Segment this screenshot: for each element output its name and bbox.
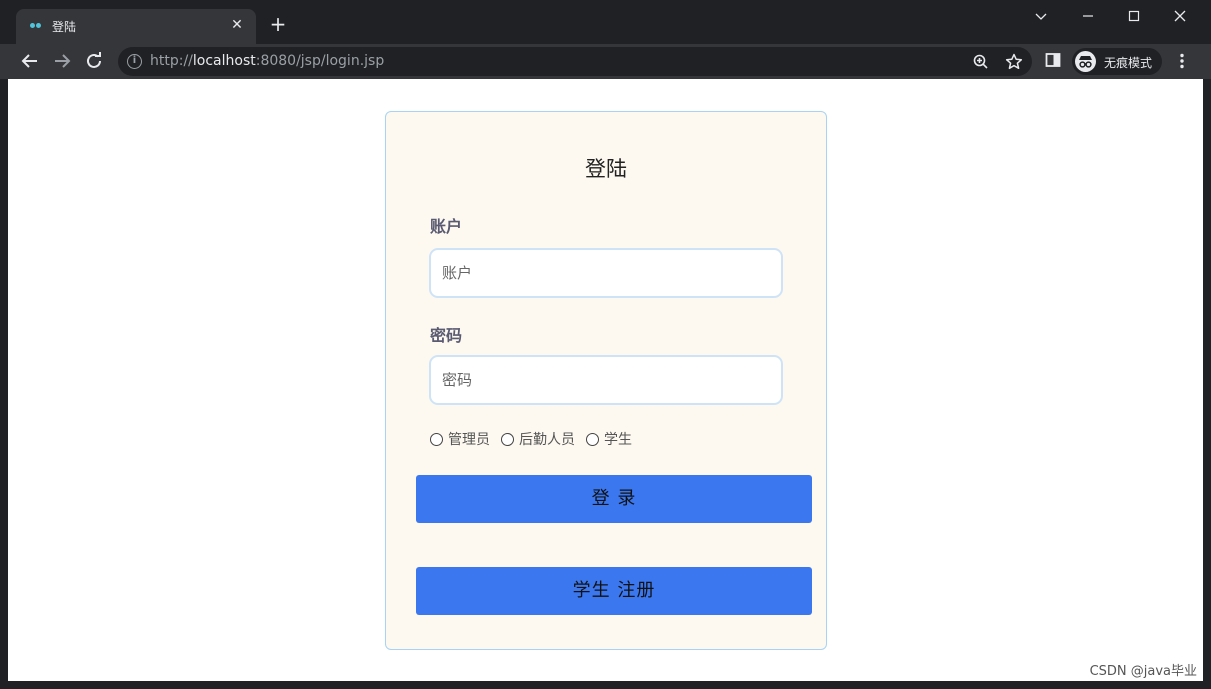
login-title: 登陆 xyxy=(585,157,627,181)
forward-arrow-icon[interactable] xyxy=(50,49,74,73)
page-viewport: 登陆 账户 密码 管理员 后勤人员 学生 登 录 学生 注册 xyxy=(8,79,1203,681)
browser-tab[interactable]: 登陆 ✕ xyxy=(16,9,256,44)
password-input[interactable] xyxy=(429,355,783,405)
new-tab-button[interactable]: + xyxy=(268,14,288,34)
incognito-label: 无痕模式 xyxy=(1104,56,1153,70)
chevron-down-icon[interactable] xyxy=(1018,4,1064,28)
role-option-student[interactable]: 学生 xyxy=(586,429,632,449)
incognito-icon xyxy=(1075,51,1096,72)
window-close-icon[interactable] xyxy=(1157,4,1203,28)
role-radio-logistics[interactable] xyxy=(501,432,514,446)
role-option-logistics[interactable]: 后勤人员 xyxy=(501,429,575,449)
star-icon[interactable] xyxy=(1004,52,1024,72)
maximize-icon[interactable] xyxy=(1111,4,1157,28)
zoom-icon[interactable] xyxy=(971,52,991,72)
role-label-student: 学生 xyxy=(604,432,632,448)
minimize-icon[interactable] xyxy=(1065,4,1111,28)
info-icon[interactable]: i xyxy=(127,54,142,69)
role-radio-student[interactable] xyxy=(586,432,599,446)
login-card: 登陆 账户 密码 管理员 后勤人员 学生 登 录 学生 注册 xyxy=(385,111,827,650)
favicon-icon xyxy=(30,21,42,31)
role-label-admin: 管理员 xyxy=(448,432,490,448)
role-label-logistics: 后勤人员 xyxy=(519,432,575,448)
login-button[interactable]: 登 录 xyxy=(416,475,812,523)
browser-toolbar: i http://localhost:8080/jsp/login.jsp 无痕… xyxy=(0,44,1211,79)
url-text[interactable]: http://localhost:8080/jsp/login.jsp xyxy=(150,53,384,69)
account-input[interactable] xyxy=(429,248,783,298)
watermark: CSDN @java毕业 xyxy=(1089,664,1197,679)
password-label: 密码 xyxy=(430,326,463,345)
tab-close-icon[interactable]: ✕ xyxy=(228,16,246,34)
reload-icon[interactable] xyxy=(82,49,106,73)
side-panel-icon[interactable] xyxy=(1044,51,1064,71)
role-option-admin[interactable]: 管理员 xyxy=(430,429,490,449)
menu-dots-icon[interactable] xyxy=(1172,51,1192,71)
account-label: 账户 xyxy=(430,217,463,236)
role-radio-admin[interactable] xyxy=(430,432,443,446)
back-arrow-icon[interactable] xyxy=(18,49,42,73)
student-register-button[interactable]: 学生 注册 xyxy=(416,567,812,615)
role-selector: 管理员 后勤人员 学生 xyxy=(430,429,643,449)
tab-title: 登陆 xyxy=(52,20,77,34)
address-bar[interactable]: i http://localhost:8080/jsp/login.jsp xyxy=(118,47,1032,76)
tab-strip: 登陆 ✕ + xyxy=(0,0,1211,44)
incognito-profile-button[interactable]: 无痕模式 xyxy=(1072,48,1162,75)
